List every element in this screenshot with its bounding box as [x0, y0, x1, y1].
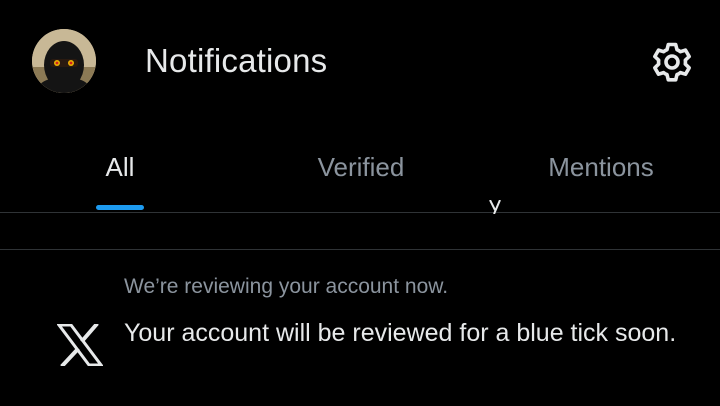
settings-button[interactable]	[650, 40, 694, 84]
notification-message: Your account will be reviewed for a blue…	[124, 319, 677, 347]
active-tab-indicator	[96, 205, 144, 210]
gear-icon	[653, 42, 691, 82]
tab-bar: All Verified Mentions	[0, 124, 720, 213]
notification-item[interactable]: We’re reviewing your account now. Your a…	[0, 250, 720, 406]
x-logo-icon	[56, 322, 104, 368]
tab-divider	[0, 212, 720, 213]
avatar-image	[32, 29, 96, 93]
tab-verified[interactable]: Verified	[291, 124, 431, 213]
notification-subtitle: We’re reviewing your account now.	[124, 275, 449, 298]
header: Notifications	[0, 0, 720, 124]
scrolled-content-fragment	[486, 200, 506, 214]
tab-all-label: All	[105, 152, 135, 182]
page-title: Notifications	[145, 42, 328, 79]
avatar[interactable]	[32, 29, 96, 93]
notifications-screen: Notifications All Verified Mentions We’r…	[0, 0, 720, 406]
tab-all[interactable]: All	[80, 124, 160, 213]
tab-verified-label: Verified	[317, 152, 405, 182]
tab-mentions-label: Mentions	[548, 152, 654, 182]
tab-mentions[interactable]: Mentions	[521, 124, 681, 213]
